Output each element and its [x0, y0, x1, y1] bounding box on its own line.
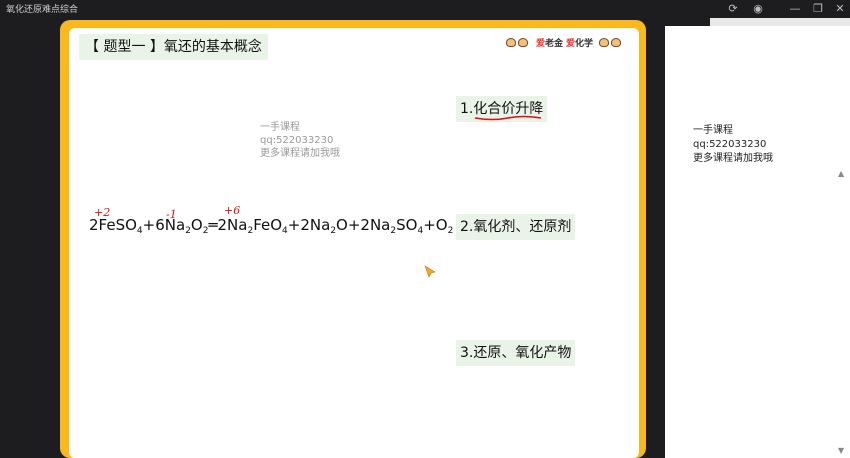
title-bar: 氧化还原难点综合 ⟳ ◉ — ❐ ✕: [0, 0, 850, 18]
close-button[interactable]: ✕: [832, 1, 848, 17]
refresh-icon[interactable]: ⟳: [725, 1, 741, 17]
watermark-line: 更多课程请加我哦: [260, 148, 340, 159]
side-watermark-line: 一手课程: [693, 125, 733, 136]
restore-button[interactable]: ❐: [810, 1, 826, 17]
concept-products: 3.还原、氧化产物: [456, 340, 576, 366]
brand-chem: 化学: [574, 38, 593, 49]
side-watermark: 一手课程 qq:522033230 更多课程请加我哦: [693, 124, 773, 166]
scroll-up-arrow-icon[interactable]: ▲: [838, 169, 844, 178]
red-underline-mark: [474, 115, 542, 121]
watermark-line: 一手课程: [260, 122, 300, 133]
brand-love-2: 爱: [565, 38, 575, 49]
scroll-down-arrow-icon[interactable]: ▼: [838, 446, 844, 455]
brand-teacher: 老金: [544, 38, 563, 49]
scrollbar-thumb[interactable]: [710, 18, 850, 26]
window-title: 氧化还原难点综合: [6, 5, 79, 15]
brand-logo: 爱 老金 爱 化学: [500, 35, 629, 49]
watermark-line: qq:522033230: [260, 135, 334, 146]
topic-title: 【 题型一 】氧还的基本概念: [79, 34, 268, 60]
side-panel: 一手课程 qq:522033230 更多课程请加我哦: [665, 26, 850, 458]
side-watermark-line: 更多课程请加我哦: [693, 153, 773, 164]
cat-mascot-icon: [597, 37, 625, 48]
pen-cursor-icon: [424, 265, 436, 278]
side-watermark-line: qq:522033230: [693, 139, 767, 150]
watermark: 一手课程 qq:522033230 更多课程请加我哦: [260, 121, 340, 160]
eye-icon[interactable]: ◉: [750, 1, 766, 17]
minimize-button[interactable]: —: [787, 1, 803, 17]
concept-oxidant-reductant: 2.氧化剂、还原剂: [456, 214, 576, 240]
slide-canvas: 【 题型一 】氧还的基本概念 爱 老金 爱 化学 一手课程 qq:5220332…: [69, 28, 639, 458]
cat-mascot-icon: [504, 37, 532, 48]
chemical-equation: 2FeSO4+6Na2O2═2Na2FeO4+2Na2O+2Na2SO4+O2↑: [89, 216, 466, 236]
brand-love: 爱: [535, 38, 545, 49]
